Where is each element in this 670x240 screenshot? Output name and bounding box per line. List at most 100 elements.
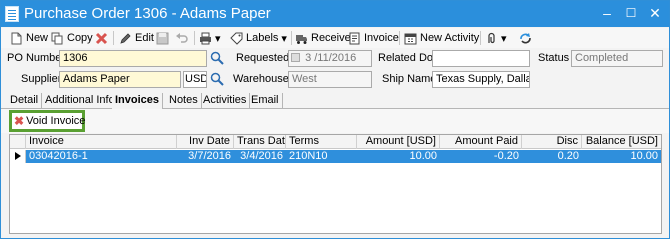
column-header-trans-date[interactable]: Trans Date (234, 135, 286, 149)
ship-name-label: Ship Name (382, 73, 437, 85)
sync-button[interactable] (519, 30, 535, 46)
row-selector-header (10, 135, 26, 149)
toolbar-separator (399, 31, 400, 45)
copy-button[interactable]: Copy (51, 30, 93, 46)
column-header-inv-date[interactable]: Inv Date (177, 135, 234, 149)
requested-label: Requested (236, 52, 290, 64)
toolbar-separator (480, 31, 481, 45)
tab-activities[interactable]: Activities (200, 93, 251, 109)
supplier-search-icon[interactable] (210, 72, 224, 89)
new-button-label: New (26, 32, 49, 44)
truck-icon (295, 32, 308, 45)
grid-header: Invoice Inv Date Trans Date Terms Amount… (10, 135, 661, 149)
currency-field[interactable]: USD (183, 71, 207, 88)
maximize-button[interactable]: ☐ (621, 4, 641, 22)
invoices-toolbar: ✖ Void Invoice (1, 109, 669, 133)
warehouse-label: Warehouse (233, 73, 289, 85)
void-invoice-label: Void Invoice (26, 115, 86, 127)
printer-icon (199, 32, 212, 45)
new-document-icon (10, 32, 23, 45)
header-form: PO Number 1306 Supplier Adams Paper USD … (1, 48, 669, 92)
related-doc-field[interactable] (432, 50, 530, 67)
column-header-amount-paid[interactable]: Amount Paid (440, 135, 522, 149)
invoice-button-label: Invoice (364, 32, 399, 44)
copy-button-label: Copy (67, 32, 93, 44)
receive-button[interactable]: Receive (295, 30, 351, 46)
ship-name-field[interactable]: Texas Supply, Dallas (432, 71, 530, 88)
po-number-label: PO Number (7, 52, 66, 64)
cell-amount-paid: -0.20 (493, 150, 519, 162)
undo-button[interactable] (175, 30, 191, 46)
cell-amount: 10.00 (409, 150, 437, 162)
toolbar: New Copy Edit ▾ Labels ▾ Receive Invoice… (1, 28, 669, 48)
cell-terms: 210N10 (289, 150, 328, 162)
column-header-balance[interactable]: Balance [USD] (582, 135, 661, 149)
title-bar: Purchase Order 1306 - Adams Paper – ☐ ✕ (1, 1, 669, 27)
toolbar-separator (113, 31, 114, 45)
void-x-icon: ✖ (14, 114, 25, 128)
tab-notes[interactable]: Notes (166, 93, 202, 109)
labels-button[interactable]: Labels ▾ (230, 30, 287, 46)
tab-strip: Detail Additional Info Invoices Notes Ac… (1, 92, 669, 109)
new-activity-button[interactable]: New Activity (404, 30, 479, 46)
toolbar-separator (291, 31, 292, 45)
paperclip-icon (485, 32, 498, 45)
column-header-invoice[interactable]: Invoice (26, 135, 177, 149)
requested-date-value: 3 /11/2016 (305, 52, 357, 64)
column-header-amount[interactable]: Amount [USD] (357, 135, 440, 149)
tab-invoices[interactable]: Invoices (112, 93, 164, 109)
sync-icon (519, 32, 532, 45)
delete-x-icon (95, 32, 108, 45)
column-header-terms[interactable]: Terms (286, 135, 357, 149)
supplier-field[interactable]: Adams Paper (59, 71, 181, 88)
print-dropdown-arrow: ▾ (215, 32, 221, 45)
warehouse-field[interactable]: West (288, 71, 372, 88)
attachment-dropdown-arrow: ▾ (501, 32, 507, 45)
tab-detail[interactable]: Detail (7, 93, 43, 109)
new-button[interactable]: New (10, 30, 48, 46)
cell-trans-date: 3/4/2016 (240, 150, 283, 162)
edit-button-label: Edit (135, 32, 154, 44)
purchase-order-window: Purchase Order 1306 - Adams Paper – ☐ ✕ … (0, 0, 670, 239)
related-doc-label: Related Doc (378, 52, 439, 64)
delete-button[interactable] (95, 30, 111, 46)
requested-date-field[interactable]: 3 /11/2016 (288, 50, 372, 67)
document-icon (5, 6, 19, 22)
supplier-label: Supplier (21, 73, 62, 85)
save-button[interactable] (156, 30, 172, 46)
labels-button-label: Labels (246, 32, 279, 44)
print-button[interactable]: ▾ (199, 30, 221, 46)
cell-inv-date: 3/7/2016 (188, 150, 231, 162)
po-search-icon[interactable] (210, 51, 224, 68)
invoices-grid: Invoice Inv Date Trans Date Terms Amount… (9, 134, 662, 234)
cell-invoice: 03042016-1 (29, 150, 88, 162)
edit-button[interactable]: Edit (119, 30, 154, 46)
void-invoice-button[interactable]: ✖ Void Invoice (9, 110, 85, 132)
attachment-button[interactable]: ▾ (485, 30, 507, 46)
minimize-button[interactable]: – (597, 4, 617, 22)
column-header-disc[interactable]: Disc (522, 135, 582, 149)
close-window-button[interactable]: ✕ (645, 4, 665, 22)
receive-button-label: Receive (311, 32, 351, 44)
calendar-icon (404, 32, 417, 45)
status-field: Completed (571, 50, 663, 67)
labels-dropdown-arrow: ▾ (281, 32, 287, 45)
tab-email[interactable]: Email (248, 93, 283, 109)
tab-additional-info[interactable]: Additional Info (42, 93, 119, 109)
toolbar-separator (194, 31, 195, 45)
current-row-arrow-icon (10, 150, 26, 163)
status-label: Status (538, 52, 570, 64)
table-row[interactable]: 03042016-1 3/7/2016 3/4/2016 210N10 10.0… (10, 150, 661, 163)
copy-icon (51, 32, 64, 45)
invoice-button[interactable]: Invoice (348, 30, 399, 46)
new-activity-button-label: New Activity (420, 32, 480, 44)
undo-icon (175, 32, 188, 45)
po-number-field[interactable]: 1306 (59, 50, 207, 67)
cell-disc: 0.20 (557, 150, 579, 162)
save-icon (156, 32, 169, 45)
window-title: Purchase Order 1306 - Adams Paper (24, 5, 271, 22)
cell-balance: 10.00 (630, 150, 658, 162)
tag-icon (230, 32, 243, 45)
invoice-icon (348, 32, 361, 45)
requested-checkbox[interactable] (291, 53, 300, 62)
